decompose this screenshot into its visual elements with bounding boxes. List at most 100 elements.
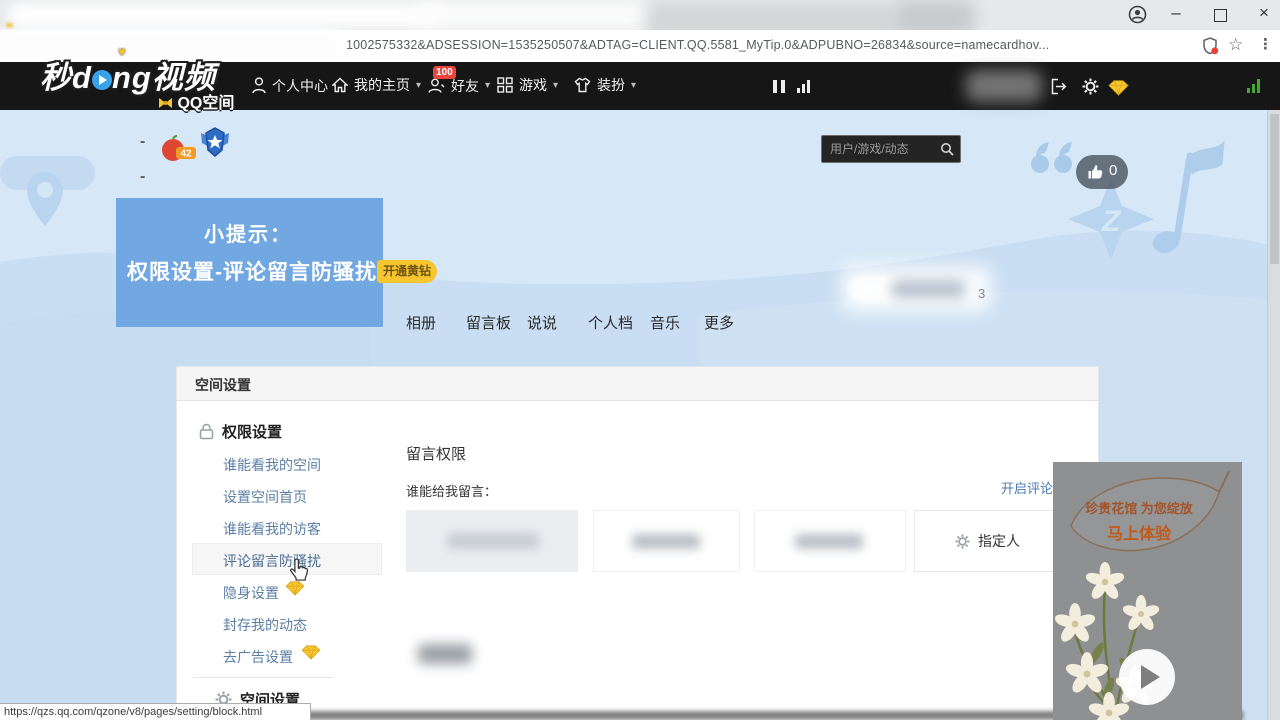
ad-cta-text[interactable]: 马上体验 <box>1053 520 1225 544</box>
sidebar-group-label: 权限设置 <box>222 421 282 442</box>
lock-icon <box>199 423 214 440</box>
nav-label: 我的主页 <box>354 77 410 93</box>
blurred-username <box>966 70 1042 102</box>
tab-profile[interactable]: 个人档 <box>588 312 633 333</box>
search-input[interactable] <box>828 138 936 160</box>
qzone-star-decoration: Z <box>1068 178 1154 260</box>
window-titlebar: – × <box>0 0 1280 30</box>
sidebar-item-who-can-see-space[interactable]: 谁能看我的空间 <box>223 455 321 475</box>
specify-gear-icon <box>955 534 970 549</box>
screen: – × 1002575332&ADSESSION=1535250507&ADTA… <box>0 0 1280 720</box>
nav-item-games[interactable]: 游戏 ▾ <box>497 77 558 93</box>
dress-up-shirt-icon <box>574 77 591 93</box>
thumbs-up-icon <box>1087 164 1103 180</box>
search-icon[interactable] <box>940 142 954 156</box>
tab-favicon-dot <box>6 23 13 28</box>
panel-title: 空间设置 <box>195 375 251 395</box>
permission-option-3[interactable] <box>754 510 906 572</box>
blurred-browser-tab <box>8 2 438 29</box>
blurred-option-text <box>447 533 539 549</box>
chevron-down-icon: ▾ <box>416 80 421 91</box>
sidebar-item-homepage-setting[interactable]: 设置空间首页 <box>223 487 307 507</box>
play-icon <box>1139 664 1161 690</box>
chevron-down-icon: ▾ <box>553 80 558 91</box>
nav-label: 游戏 <box>519 77 547 93</box>
overflow-menu-icon[interactable]: ⋮ <box>1258 35 1273 53</box>
quote-decoration-icon <box>1030 142 1074 176</box>
wing-badge-icon[interactable] <box>197 124 233 165</box>
bow-icon <box>158 97 173 109</box>
ad-overlay[interactable]: 珍贵花馆 为您绽放 马上体验 <box>1053 462 1242 720</box>
shield-badge-icon[interactable] <box>1202 37 1219 60</box>
specify-person-button[interactable]: 指定人 <box>914 510 1061 572</box>
tip-line2: 权限设置-评论留言防骚扰 <box>127 256 377 286</box>
heart-accent-icon: ♥ <box>118 44 126 59</box>
minimize-button[interactable]: – <box>1163 1 1189 27</box>
tab-shuoshuo[interactable]: 说说 <box>527 312 557 333</box>
home-icon <box>332 77 348 93</box>
tip-line1: 小提示： <box>204 218 292 247</box>
blurred-small-text <box>418 644 472 664</box>
like-button[interactable]: 0 <box>1076 155 1128 189</box>
faint-character: 3 <box>978 286 985 301</box>
tip-overlay-box: 小提示： 权限设置-评论留言防骚扰 <box>116 198 383 327</box>
pin-decoration-icon <box>26 172 64 230</box>
friends-icon <box>428 77 445 94</box>
profile-avatar-icon[interactable] <box>1128 5 1147 29</box>
tab-more[interactable]: 更多 <box>704 312 734 333</box>
settings-panel: 空间设置 权限设置 谁能看我的空间 设置空间首页 谁能看我的访客 评论留言防骚扰… <box>176 366 1099 720</box>
ad-text-line1: 珍贵花馆 为您绽放 <box>1053 498 1225 517</box>
blurred-option-text <box>795 534 863 549</box>
flowers-illustration <box>1053 558 1189 720</box>
chevron-down-icon: ▾ <box>631 80 636 91</box>
sidebar-divider <box>193 677 333 678</box>
logout-icon[interactable] <box>1050 78 1068 100</box>
pause-icon[interactable] <box>773 80 785 93</box>
yellow-diamond-icon[interactable] <box>1108 80 1129 101</box>
music-note-decoration-icon <box>1152 138 1228 256</box>
nav-label: 装扮 <box>597 77 625 93</box>
status-url: https://qzs.qq.com/qzone/v8/pages/settin… <box>4 706 262 718</box>
nav-item-friends[interactable]: 好友 ▾ <box>428 77 490 94</box>
permission-option-1[interactable] <box>406 510 578 572</box>
sidebar-item-archive-feeds[interactable]: 封存我的动态 <box>223 615 307 635</box>
sidebar-item-invisible-setting[interactable]: 隐身设置 <box>223 583 279 603</box>
sidebar-group-permissions[interactable]: 权限设置 <box>199 421 282 442</box>
message-permission-title: 留言权限 <box>406 443 466 464</box>
badge-count-text: 42 <box>180 149 192 160</box>
open-yellow-diamond-button[interactable]: 开通黄钻 <box>377 260 437 283</box>
games-grid-icon <box>497 77 513 93</box>
diamond-icon <box>301 645 321 660</box>
play-logo-icon <box>92 70 112 90</box>
search-box <box>821 135 961 163</box>
apple-badge-icon[interactable]: 42 <box>161 135 199 168</box>
video-watermark-logo: 秒dng视频 ♥ QQ空间 <box>40 52 270 110</box>
tab-music[interactable]: 音乐 <box>650 312 680 333</box>
restore-button[interactable] <box>1214 9 1227 22</box>
tab-message-board[interactable]: 留言板 <box>466 312 511 333</box>
scrollbar-track[interactable] <box>1267 62 1280 720</box>
enable-comment-link[interactable]: 开启评论 <box>1001 478 1053 497</box>
close-button[interactable]: × <box>1251 1 1277 27</box>
dash-text: - <box>140 168 145 186</box>
who-can-message-label: 谁能给我留言： <box>406 481 497 500</box>
nav-item-dress-up[interactable]: 装扮 ▾ <box>574 77 636 93</box>
stats-bars-icon[interactable] <box>797 80 810 93</box>
permission-option-2[interactable] <box>593 510 740 572</box>
panel-header: 空间设置 <box>177 367 1098 401</box>
gear-icon[interactable] <box>1082 78 1099 100</box>
ad-play-button[interactable] <box>1119 649 1175 705</box>
chevron-down-icon: ▾ <box>485 80 490 91</box>
friends-count-badge: 100 <box>433 66 456 79</box>
scrollbar-thumb[interactable] <box>1270 114 1279 264</box>
bookmark-star-icon[interactable]: ☆ <box>1228 35 1243 55</box>
deco-z-letter: Z <box>1101 205 1122 238</box>
sidebar-item-remove-ads[interactable]: 去广告设置 <box>223 647 293 667</box>
blurred-nickname-text <box>892 280 964 298</box>
nav-label: 个人中心 <box>272 78 328 94</box>
like-count: 0 <box>1109 162 1117 179</box>
sidebar-item-who-can-see-visitors[interactable]: 谁能看我的访客 <box>223 519 321 539</box>
nav-item-my-homepage[interactable]: 我的主页 ▾ <box>332 77 421 93</box>
tab-albums[interactable]: 相册 <box>406 312 436 333</box>
blurred-option-text <box>632 534 700 549</box>
